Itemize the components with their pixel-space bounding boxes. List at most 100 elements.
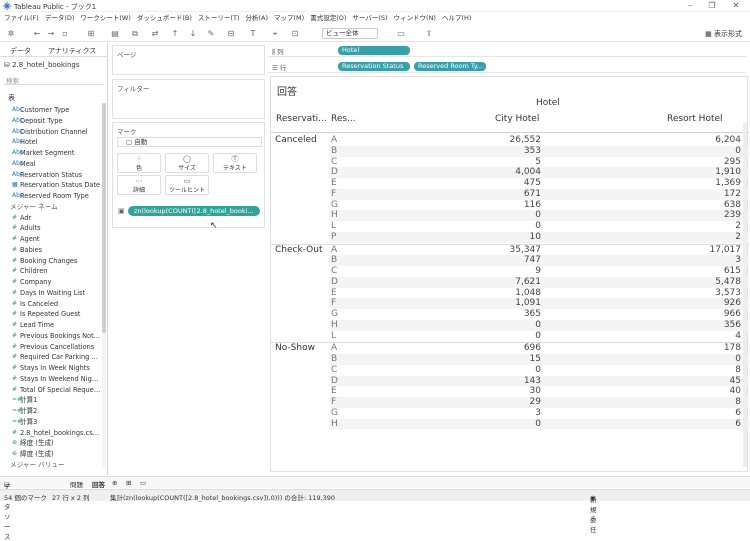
- city-hotel-value[interactable]: 353: [481, 146, 541, 157]
- field-item[interactable]: #2.8_hotel_bookings.cs…: [0, 428, 104, 439]
- resort-hotel-value[interactable]: 6,204: [681, 135, 741, 146]
- resort-hotel-value[interactable]: 172: [681, 189, 741, 200]
- room-type-label[interactable]: F: [331, 189, 336, 200]
- room-type-label[interactable]: H: [331, 210, 338, 221]
- room-type-label[interactable]: A: [331, 135, 337, 146]
- city-hotel-value[interactable]: 7,621: [481, 277, 541, 288]
- field-item[interactable]: # Babies: [0, 245, 104, 256]
- room-type-label[interactable]: E: [331, 178, 337, 189]
- undo-icon[interactable]: ←: [32, 29, 42, 39]
- new-datasource-icon[interactable]: ⊞: [86, 29, 96, 39]
- room-type-label[interactable]: F: [331, 397, 336, 408]
- new-sheet-icon[interactable]: ▤: [110, 29, 120, 39]
- field-item[interactable]: # Adr: [0, 213, 104, 224]
- field-item[interactable]: # Is Canceled: [0, 299, 104, 310]
- room-type-label[interactable]: B: [331, 146, 337, 157]
- duplicate-sheet-icon[interactable]: ⧉: [130, 29, 140, 39]
- field-item[interactable]: =# 計算1: [0, 395, 104, 406]
- column-header-city-hotel[interactable]: City Hotel: [495, 114, 539, 124]
- field-item[interactable]: Abc Hotel: [0, 137, 104, 148]
- resort-hotel-value[interactable]: 926: [681, 298, 741, 309]
- tab-analytics[interactable]: アナリティクス: [48, 46, 96, 56]
- city-hotel-value[interactable]: 475: [481, 178, 541, 189]
- menu-item[interactable]: ウィンドウ(N): [394, 13, 436, 24]
- resort-hotel-value[interactable]: 966: [681, 309, 741, 320]
- filters-card[interactable]: フィルター: [112, 79, 265, 119]
- menu-item[interactable]: 分析(A): [245, 13, 268, 24]
- menu-item[interactable]: ストーリー(T): [198, 13, 240, 24]
- field-item[interactable]: # Stays In Week Nights: [0, 363, 104, 374]
- room-type-label[interactable]: D: [331, 277, 338, 288]
- resort-hotel-value[interactable]: 6: [681, 419, 741, 430]
- city-hotel-value[interactable]: 0: [481, 331, 541, 342]
- scrollbar-thumb[interactable]: [102, 103, 106, 333]
- mark-button[interactable]: Ⓣ テキスト: [213, 153, 257, 173]
- mark-type-select[interactable]: ▢ 自動: [117, 137, 262, 147]
- tab-sheet-answer[interactable]: 回答: [92, 479, 105, 489]
- fix-axes-icon[interactable]: ⊡: [290, 29, 300, 39]
- group-icon[interactable]: ⊟: [226, 29, 236, 39]
- row-header-room-type[interactable]: Res...: [331, 114, 356, 124]
- field-item[interactable]: ⊕ 経度 (生成): [0, 438, 104, 449]
- city-hotel-value[interactable]: 0: [481, 320, 541, 331]
- city-hotel-value[interactable]: 0: [481, 365, 541, 376]
- field-item[interactable]: Abc Reserved Room Type: [0, 191, 104, 202]
- tab-data[interactable]: データ: [10, 46, 31, 56]
- field-item[interactable]: # Days In Waiting List: [0, 288, 104, 299]
- resort-hotel-value[interactable]: 6: [681, 408, 741, 419]
- room-type-label[interactable]: D: [331, 167, 338, 178]
- resort-hotel-value[interactable]: 295: [681, 157, 741, 168]
- label-icon[interactable]: T: [248, 29, 258, 39]
- field-item[interactable]: # Booking Changes: [0, 256, 104, 267]
- highlight-icon[interactable]: ✎: [206, 29, 216, 39]
- sort-asc-icon[interactable]: ↑: [170, 29, 180, 39]
- resort-hotel-value[interactable]: 1,910: [681, 167, 741, 178]
- save-icon[interactable]: ▫: [60, 29, 70, 39]
- resort-hotel-value[interactable]: 239: [681, 210, 741, 221]
- room-type-label[interactable]: G: [331, 309, 338, 320]
- redo-icon[interactable]: →: [46, 29, 56, 39]
- room-type-label[interactable]: A: [331, 245, 337, 256]
- room-type-label[interactable]: F: [331, 298, 336, 309]
- field-item[interactable]: Abc Meal: [0, 159, 104, 170]
- field-item[interactable]: Abc Distribution Channel: [0, 127, 104, 138]
- rows-shelf[interactable]: ☰ 行 Reservation Status Reserved Room Ty.…: [268, 59, 746, 73]
- city-hotel-value[interactable]: 26,552: [481, 135, 542, 146]
- room-type-label[interactable]: C: [331, 365, 337, 376]
- columns-shelf[interactable]: ⫼ 列 Hotel: [268, 43, 746, 57]
- resort-hotel-value[interactable]: 3: [681, 255, 741, 266]
- city-hotel-value[interactable]: 0: [481, 210, 541, 221]
- pages-card[interactable]: ページ: [112, 45, 265, 75]
- room-type-label[interactable]: E: [331, 288, 337, 299]
- field-item[interactable]: # Total Of Special Reque…: [0, 385, 104, 396]
- group-label[interactable]: Canceled: [275, 135, 317, 145]
- resort-hotel-value[interactable]: 178: [681, 343, 741, 354]
- menu-item[interactable]: ワークシート(W): [80, 13, 131, 24]
- field-item[interactable]: Abc Market Segment: [0, 148, 104, 159]
- city-hotel-value[interactable]: 116: [481, 200, 541, 211]
- resort-hotel-value[interactable]: 5,478: [681, 277, 741, 288]
- city-hotel-value[interactable]: 1,091: [481, 298, 541, 309]
- sheet-title[interactable]: 回答: [277, 83, 297, 98]
- sort-desc-icon[interactable]: ↓: [188, 29, 198, 39]
- menu-item[interactable]: ダッシュボード(B): [137, 13, 192, 24]
- resort-hotel-value[interactable]: 2: [681, 221, 741, 232]
- column-header-resort-hotel[interactable]: Resort Hotel: [667, 114, 723, 124]
- resort-hotel-value[interactable]: 8: [681, 397, 741, 408]
- resort-hotel-value[interactable]: 45: [681, 376, 741, 387]
- tableau-star-icon[interactable]: ✲: [6, 29, 16, 39]
- field-item[interactable]: Abc Reservation Status: [0, 170, 104, 181]
- resort-hotel-value[interactable]: 40: [681, 386, 741, 397]
- row-header-reservation-status[interactable]: Reservati...: [276, 114, 327, 124]
- room-type-label[interactable]: B: [331, 354, 337, 365]
- share-icon[interactable]: ⇪: [424, 29, 434, 39]
- field-item[interactable]: Abc Deposit Type: [0, 116, 104, 127]
- resort-hotel-value[interactable]: 1,369: [681, 178, 741, 189]
- menu-item[interactable]: ファイル(F): [4, 13, 39, 24]
- room-type-label[interactable]: G: [331, 200, 338, 211]
- field-item[interactable]: ⊕ 緯度 (生成): [0, 449, 104, 460]
- resort-hotel-value[interactable]: 4: [681, 331, 741, 342]
- field-item[interactable]: # Is Repeated Guest: [0, 309, 104, 320]
- text-field-pill[interactable]: zn(lookup(COUNT([2.8_hotel_booki...: [128, 206, 260, 216]
- city-hotel-value[interactable]: 696: [481, 343, 541, 354]
